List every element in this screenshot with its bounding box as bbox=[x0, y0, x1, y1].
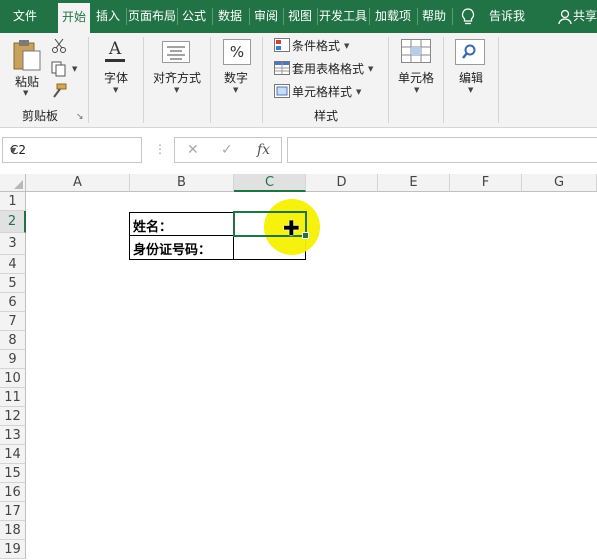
drag-handle-icon[interactable]: ⋮ bbox=[154, 142, 166, 156]
tab-formulas[interactable]: 公式 bbox=[179, 0, 209, 33]
percent-icon[interactable]: % bbox=[223, 39, 251, 65]
row-header-19[interactable]: 19 bbox=[0, 540, 26, 559]
font-icon[interactable]: A bbox=[102, 39, 128, 63]
conditional-format-button[interactable]: 条件格式 bbox=[292, 37, 340, 54]
ribbon-tab-bar: 文件 开始 插入 页面布局 公式 数据 审阅 视图 开发工具 加载项 帮助 告诉… bbox=[0, 0, 597, 33]
find-icon[interactable] bbox=[455, 39, 485, 65]
ribbon-home: 粘贴 ▼ ▼ 剪贴板 ↘ A 字体 ▼ 对齐方式 ▼ % 数字 ▼ 条件格式 ▼… bbox=[0, 33, 597, 128]
tab-data[interactable]: 数据 bbox=[214, 0, 246, 33]
alignment-button[interactable]: 对齐方式 bbox=[146, 69, 208, 86]
row-header-8[interactable]: 8 bbox=[0, 331, 26, 350]
tab-developer[interactable]: 开发工具 bbox=[319, 0, 367, 33]
tab-home[interactable]: 开始 bbox=[58, 3, 90, 33]
row-header-4[interactable]: 4 bbox=[0, 255, 26, 274]
worksheet-cells[interactable] bbox=[26, 192, 597, 560]
formula-buttons: ✕ ✓ fx bbox=[174, 137, 282, 163]
dialog-launcher-icon[interactable]: ↘ bbox=[76, 112, 84, 122]
plus-cursor-icon: ✚ bbox=[283, 216, 300, 240]
cell-style-button[interactable]: 单元格样式 bbox=[292, 83, 352, 100]
cut-icon[interactable] bbox=[51, 38, 67, 54]
editing-button[interactable]: 编辑 bbox=[446, 69, 496, 86]
clipboard-group-label: 剪贴板 bbox=[21, 109, 58, 123]
alignment-group: 对齐方式 ▼ bbox=[144, 33, 210, 127]
tab-insert[interactable]: 插入 bbox=[93, 0, 123, 33]
row-header-17[interactable]: 17 bbox=[0, 502, 26, 521]
row-header-5[interactable]: 5 bbox=[0, 274, 26, 293]
formula-input[interactable] bbox=[287, 137, 597, 163]
row-header-11[interactable]: 11 bbox=[0, 388, 26, 407]
copy-icon[interactable] bbox=[51, 61, 67, 77]
row-header-18[interactable]: 18 bbox=[0, 521, 26, 540]
font-button[interactable]: 字体 bbox=[93, 69, 139, 86]
editing-group: 编辑 ▼ bbox=[444, 33, 498, 127]
styles-group-label: 样式 bbox=[313, 109, 338, 123]
cells-group: 单元格 ▼ bbox=[389, 33, 443, 127]
row-header-3[interactable]: 3 bbox=[0, 233, 26, 255]
cell-b3[interactable]: 身份证号码： bbox=[129, 235, 234, 260]
tab-page-layout[interactable]: 页面布局 bbox=[128, 0, 176, 33]
paste-icon[interactable] bbox=[12, 39, 42, 71]
cell-b2[interactable]: 姓名： bbox=[129, 212, 234, 236]
column-header-c[interactable]: C bbox=[234, 174, 306, 192]
row-header-14[interactable]: 14 bbox=[0, 445, 26, 464]
clipboard-group: 粘贴 ▼ ▼ 剪贴板 ↘ bbox=[0, 33, 88, 127]
column-header-d[interactable]: D bbox=[306, 174, 378, 192]
row-header-1[interactable]: 1 bbox=[0, 192, 26, 211]
enter-icon[interactable]: ✓ bbox=[221, 142, 233, 158]
table-format-button[interactable]: 套用表格格式 bbox=[292, 60, 364, 77]
conditional-format-icon bbox=[274, 38, 290, 52]
row-header-12[interactable]: 12 bbox=[0, 407, 26, 426]
tab-file[interactable]: 文件 bbox=[0, 0, 50, 33]
column-header-f[interactable]: F bbox=[450, 174, 522, 192]
align-icon[interactable] bbox=[162, 41, 190, 63]
column-header-b[interactable]: B bbox=[130, 174, 234, 192]
number-group: % 数字 ▼ bbox=[211, 33, 261, 127]
column-header-a[interactable]: A bbox=[26, 174, 130, 192]
cancel-icon[interactable]: ✕ bbox=[187, 142, 199, 158]
row-header-7[interactable]: 7 bbox=[0, 312, 26, 331]
font-group: A 字体 ▼ bbox=[89, 33, 143, 127]
select-all-button[interactable] bbox=[0, 174, 26, 192]
table-format-icon bbox=[274, 61, 290, 75]
name-box[interactable]: C2 ▼ bbox=[2, 137, 142, 163]
styles-group: 条件格式 ▼ 套用表格格式 ▼ 单元格样式 ▼ 样式 bbox=[263, 33, 387, 127]
insert-function-icon[interactable]: fx bbox=[257, 142, 270, 158]
number-button[interactable]: 数字 bbox=[213, 69, 259, 86]
column-header-e[interactable]: E bbox=[378, 174, 450, 192]
user-icon bbox=[558, 9, 572, 25]
tab-add-ins[interactable]: 加载项 bbox=[372, 0, 414, 33]
row-header-2[interactable]: 2 bbox=[0, 211, 26, 233]
chevron-down-icon[interactable]: ▼ bbox=[10, 146, 135, 155]
row-header-9[interactable]: 9 bbox=[0, 350, 26, 369]
row-header-10[interactable]: 10 bbox=[0, 369, 26, 388]
share-button[interactable]: 共享 bbox=[573, 0, 597, 33]
tell-me-search[interactable]: 告诉我 bbox=[487, 0, 527, 33]
tab-review[interactable]: 审阅 bbox=[251, 0, 281, 33]
tab-help[interactable]: 帮助 bbox=[419, 0, 449, 33]
column-header-g[interactable]: G bbox=[522, 174, 597, 192]
cell-style-icon bbox=[274, 84, 290, 98]
row-header-6[interactable]: 6 bbox=[0, 293, 26, 312]
fill-handle[interactable] bbox=[302, 232, 309, 239]
row-header-15[interactable]: 15 bbox=[0, 464, 26, 483]
cells-icon[interactable] bbox=[401, 39, 431, 63]
tab-view[interactable]: 视图 bbox=[285, 0, 315, 33]
row-header-13[interactable]: 13 bbox=[0, 426, 26, 445]
row-header-16[interactable]: 16 bbox=[0, 483, 26, 502]
formula-bar: C2 ▼ ⋮ ✕ ✓ fx bbox=[0, 134, 597, 168]
lightbulb-icon bbox=[461, 8, 475, 25]
paste-button[interactable]: 粘贴 bbox=[12, 73, 42, 90]
format-painter-icon[interactable] bbox=[51, 83, 67, 99]
cells-button[interactable]: 单元格 bbox=[391, 69, 441, 86]
